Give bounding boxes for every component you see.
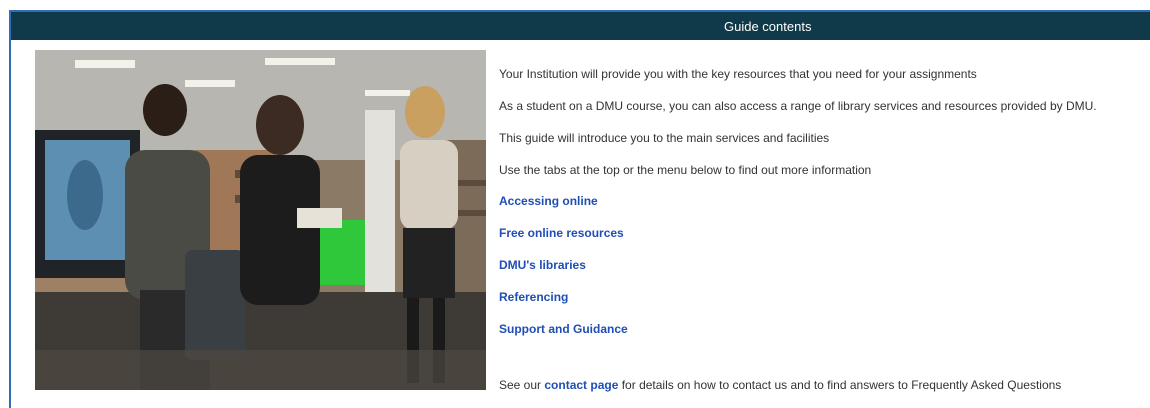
- intro-paragraph: Use the tabs at the top or the menu belo…: [499, 163, 872, 177]
- link-support-and-guidance[interactable]: Support and Guidance: [499, 322, 628, 336]
- contact-page-link[interactable]: contact page: [544, 378, 618, 392]
- contact-note: See our contact page for details on how …: [499, 378, 1061, 392]
- link-free-online-resources[interactable]: Free online resources: [499, 226, 624, 240]
- link-dmu-libraries[interactable]: DMU's libraries: [499, 258, 586, 272]
- panel-title: Guide contents: [724, 19, 812, 34]
- intro-paragraph: This guide will introduce you to the mai…: [499, 131, 830, 145]
- intro-paragraph: As a student on a DMU course, you can al…: [499, 99, 1097, 113]
- guide-contents-panel: Guide contents Your Institution will pro…: [9, 10, 1150, 408]
- contact-note-prefix: See our: [499, 378, 545, 392]
- contact-note-suffix: for details on how to contact us and to …: [618, 378, 1062, 392]
- library-students-photo: [35, 50, 486, 390]
- intro-paragraph: Your Institution will provide you with t…: [499, 67, 977, 81]
- panel-header: Guide contents: [11, 12, 1150, 40]
- link-referencing[interactable]: Referencing: [499, 290, 568, 304]
- link-accessing-online[interactable]: Accessing online: [499, 194, 598, 208]
